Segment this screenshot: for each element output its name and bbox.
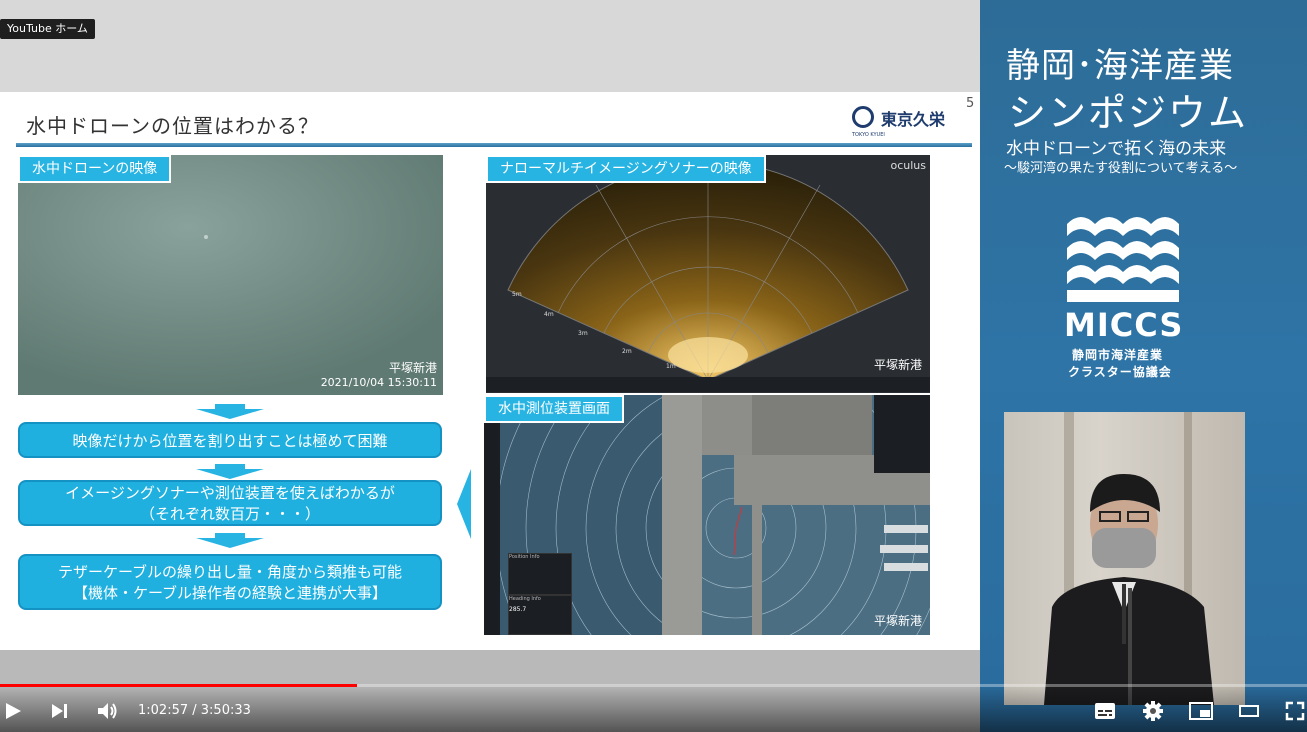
symposium-sidebar: 静岡･海洋産業 シンポジウム 水中ドローンで拓く海の未来 ～駿河湾の果たす役割に… — [980, 0, 1307, 732]
info-box-3: テザーケーブルの繰り出し量・角度から類推も可能 【機体・ケーブル操作者の経験と連… — [18, 554, 442, 610]
building-area — [702, 395, 752, 455]
video-player[interactable]: YouTube ホーム 水中ドローンの位置はわかる？ 東京久栄 TOKYO KY… — [0, 0, 1307, 732]
left-right-arrow-icon — [457, 469, 471, 539]
miniplayer-icon[interactable] — [1188, 700, 1214, 722]
miccs-waves-logo-icon — [1067, 217, 1179, 302]
down-arrow-icon — [196, 469, 264, 479]
duration: 3:50:33 — [200, 703, 251, 718]
dock-wall — [752, 505, 762, 635]
volume-icon[interactable] — [96, 700, 118, 722]
video-top-letterbox — [0, 0, 980, 92]
boat — [884, 525, 928, 533]
drone-video-stamp: 平塚新港 2021/10/04 15:30:11 — [320, 361, 437, 389]
sonar-range-label: 3m — [578, 330, 588, 337]
positioning-label: 水中測位装置画面 — [484, 395, 624, 423]
sidebar-title-line2: シンポジウム — [1008, 91, 1249, 135]
position-info-title: Position Info — [509, 554, 540, 560]
info-box-3-line1: テザーケーブルの繰り出し量・角度から類推も可能 — [57, 563, 403, 581]
slide-page-number: 5 — [966, 96, 975, 111]
time-display: 1:02:57 / 3:50:33 — [138, 703, 251, 718]
sonar-fan: 5m 4m 3m 2m 1m — [507, 161, 909, 381]
logo-text: 東京久栄 — [881, 110, 946, 129]
down-arrow-icon — [196, 409, 264, 419]
info-box-2: イメージングソナーや測位装置を使えばわかるが （それぞれ数百万・・・） — [18, 480, 442, 526]
sonar-range-label: 4m — [544, 311, 554, 318]
boat — [880, 545, 928, 553]
info-box-1: 映像だけから位置を割り出すことは極めて困難 — [18, 422, 442, 458]
info-box-2-line2: （それぞれ数百万・・・） — [139, 505, 320, 523]
sidebar-title-line1: 静岡･海洋産業 — [1006, 46, 1234, 86]
sonar-label: ナローマルチイメージングソナーの映像 — [486, 155, 766, 183]
sonar-range-label: 1m — [666, 363, 676, 370]
current-time: 1:02:57 — [138, 703, 189, 718]
info-box-2-line1: イメージングソナーや測位装置を使えばわかるが — [65, 484, 395, 502]
position-info-panel: Position Info — [508, 553, 572, 595]
map-toolbar — [484, 395, 500, 635]
progress-played — [0, 684, 357, 687]
oculus-brand: oculus — [890, 159, 926, 172]
sonar-stamp: 平塚新港 — [873, 358, 922, 372]
subtitles-icon[interactable] — [1094, 701, 1116, 721]
info-box-3-line2: 【機体・ケーブル操作者の経験と連携が大事】 — [72, 584, 388, 602]
drone-video-image: 平塚新港 2021/10/04 15:30:11 — [18, 155, 443, 395]
sonar-range-label: 5m — [512, 291, 522, 298]
logo-mark-icon — [852, 106, 874, 128]
sonar-image: 5m 4m 3m 2m 1m oculus 平塚新港 — [486, 155, 930, 393]
presentation-slide: 水中ドローンの位置はわかる？ 東京久栄 TOKYO KYUEI 5 平塚新港 2… — [0, 92, 980, 650]
theater-mode-icon[interactable] — [1238, 702, 1260, 720]
sonar-toolbar — [486, 377, 930, 392]
heading-value: 285.7 — [509, 606, 527, 613]
title-divider — [16, 143, 972, 147]
drone-video-label: 水中ドローンの映像 — [18, 155, 172, 183]
miccs-logo-text: MICCS — [1064, 306, 1184, 344]
info-box-1-text: 映像だけから位置を割り出すことは極めて困難 — [72, 431, 388, 450]
down-arrow-icon — [196, 538, 264, 548]
sonar-range-label: 2m — [622, 348, 632, 355]
speaker-camera-feed — [1004, 412, 1245, 705]
fullscreen-icon[interactable] — [1284, 700, 1306, 722]
map-stamp: 平塚新港 — [873, 614, 922, 628]
settings-gear-icon[interactable] — [1142, 700, 1164, 722]
sidebar-subtitle2: ～駿河湾の果たす役割について考える～ — [1004, 161, 1238, 176]
heading-info-panel: Heading Info 285.7 — [508, 595, 572, 635]
miccs-org-line2: クラスター協議会 — [1068, 365, 1172, 379]
sidebar-subtitle: 水中ドローンで拓く海の未来 — [1006, 139, 1227, 159]
boat — [884, 563, 928, 571]
device-info-panel — [874, 395, 930, 473]
time-separator: / — [188, 703, 201, 718]
positioning-screen-image: Position Info Heading Info 285.7 平塚新港 — [484, 395, 930, 635]
logo-subtext: TOKYO KYUEI — [852, 132, 885, 138]
play-icon[interactable] — [2, 700, 24, 722]
speaker-figure — [1044, 412, 1214, 705]
youtube-home-button[interactable]: YouTube ホーム — [0, 19, 95, 39]
heading-info-title: Heading Info — [509, 596, 541, 602]
pier — [662, 395, 702, 635]
tokyo-kyuei-logo: 東京久栄 TOKYO KYUEI — [852, 104, 962, 140]
lot — [752, 395, 872, 455]
next-icon[interactable] — [48, 700, 70, 722]
slide-title: 水中ドローンの位置はわかる？ — [26, 114, 319, 138]
miccs-org-line1: 静岡市海洋産業 — [1072, 348, 1164, 362]
